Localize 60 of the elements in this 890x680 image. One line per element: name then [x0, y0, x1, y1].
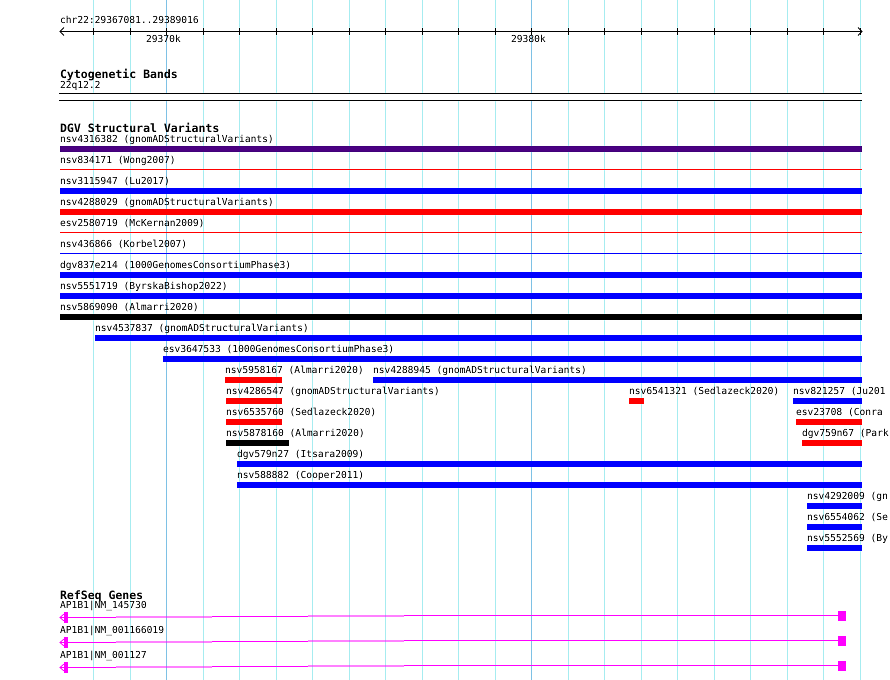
variant-label[interactable]: nsv4316382 (gnomADStructuralVariants): [60, 134, 274, 146]
gene-label[interactable]: AP1B1|NM_145730: [60, 600, 147, 612]
variant-bar[interactable]: [226, 419, 282, 425]
variant-label[interactable]: nsv4288029 (gnomADStructuralVariants): [60, 197, 274, 209]
variant-bar[interactable]: [226, 440, 289, 446]
variant-bar[interactable]: [807, 545, 862, 551]
variant-label[interactable]: dgv579n27 (Itsara2009): [237, 449, 364, 461]
variant-bar[interactable]: [225, 377, 282, 383]
variant-label[interactable]: nsv5869090 (Almarri2020): [60, 302, 199, 314]
variant-label[interactable]: nsv4537837 (gnomADStructuralVariants): [95, 323, 309, 335]
variant-label[interactable]: esv23708 (Conra: [796, 407, 883, 419]
gene-label[interactable]: AP1B1|NM_001166019: [60, 625, 164, 637]
track-title: RefSeq Genes: [60, 589, 144, 602]
variant-bar[interactable]: [226, 398, 282, 404]
variant-bar[interactable]: [60, 272, 862, 278]
variant-bar[interactable]: [807, 503, 862, 509]
band-label: 22q12.2: [60, 80, 100, 92]
variant-label[interactable]: nsv4286547 (gnomADStructuralVariants): [226, 386, 440, 398]
variant-label[interactable]: dgv837e214 (1000GenomesConsortiumPhase3): [60, 260, 292, 272]
variant-bar[interactable]: [60, 314, 862, 320]
variant-bar[interactable]: [802, 440, 862, 446]
variant-label[interactable]: nsv6541321 (Sedlazeck2020): [629, 386, 780, 398]
variant-label[interactable]: nsv5878160 (Almarri2020): [226, 428, 365, 440]
variant-label[interactable]: nsv6554062 (Se: [807, 512, 888, 524]
variant-label[interactable]: nsv3115947 (Lu2017): [60, 176, 170, 188]
variant-label[interactable]: nsv821257 (Ju201: [793, 386, 886, 398]
variant-label[interactable]: nsv588882 (Cooper2011): [237, 470, 364, 482]
gene-model[interactable]: [59, 636, 846, 648]
variant-label[interactable]: nsv834171 (Wong2007): [60, 155, 176, 167]
track-title: Cytogenetic Bands: [60, 68, 178, 81]
variant-bar[interactable]: [237, 461, 862, 467]
variant-bar[interactable]: [163, 356, 862, 362]
variant-label[interactable]: dgv759n67 (Park: [802, 428, 889, 440]
variant-bar[interactable]: [796, 419, 862, 425]
variant-label[interactable]: nsv5958167 (Almarri2020): [225, 365, 364, 377]
tick-label: 29370k: [146, 34, 181, 46]
tick-label: 29380k: [511, 34, 546, 46]
variant-bar[interactable]: [629, 398, 644, 404]
track-title: DGV Structural Variants: [60, 122, 220, 135]
gene-label[interactable]: AP1B1|NM_001127: [60, 650, 147, 662]
variant-bar[interactable]: [807, 524, 862, 530]
variant-label[interactable]: nsv5552569 (By: [807, 533, 888, 545]
variant-bar[interactable]: [237, 482, 862, 488]
variant-label[interactable]: nsv5551719 (ByrskaBishop2022): [60, 281, 228, 293]
variant-label[interactable]: nsv436866 (Korbel2007): [60, 239, 188, 251]
gene-model[interactable]: [59, 661, 846, 673]
variant-bar[interactable]: [373, 377, 862, 383]
variant-bar[interactable]: [60, 293, 862, 299]
variant-bar[interactable]: [60, 209, 862, 215]
variant-label[interactable]: nsv4288945 (gnomADStructuralVariants): [373, 365, 587, 377]
gene-model[interactable]: [59, 611, 846, 623]
variant-label[interactable]: esv3647533 (1000GenomesConsortiumPhase3): [163, 344, 394, 356]
variant-label[interactable]: esv2580719 (McKernan2009): [60, 218, 204, 230]
variant-bar[interactable]: [95, 335, 862, 341]
variant-bar[interactable]: [793, 398, 862, 404]
variant-label[interactable]: nsv4292009 (gn: [807, 491, 888, 503]
region-label: chr22:29367081..29389016: [60, 15, 199, 27]
variant-label[interactable]: nsv6535760 (Sedlazeck2020): [226, 407, 376, 419]
variant-bar[interactable]: [60, 188, 862, 194]
variant-bar[interactable]: [60, 146, 862, 152]
